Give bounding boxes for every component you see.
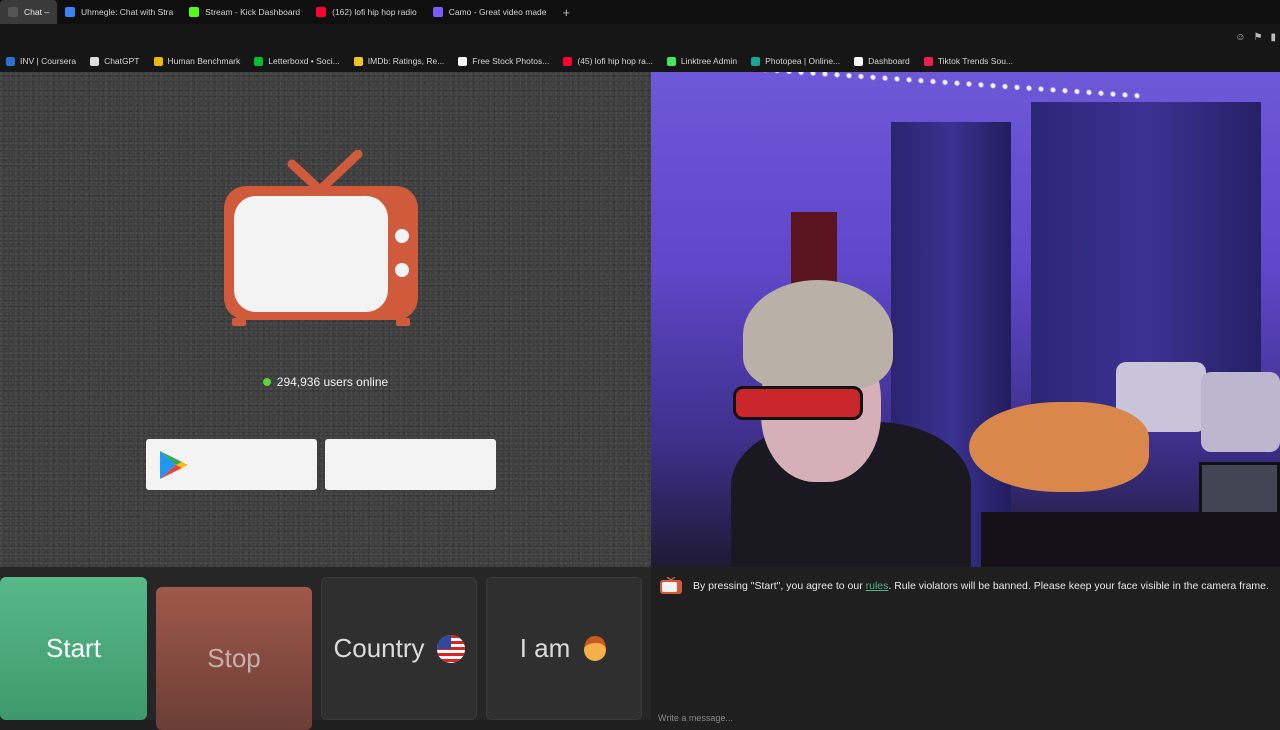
controls-panel: Start Stop Country I am bbox=[0, 567, 651, 730]
app-store-button[interactable] bbox=[325, 439, 496, 490]
bookmark-favicon-icon bbox=[90, 56, 100, 66]
bookmark-favicon-icon bbox=[563, 56, 573, 66]
online-count-text: 294,936 users online bbox=[276, 375, 389, 389]
app-store-buttons bbox=[146, 439, 496, 490]
rules-link[interactable]: rules bbox=[866, 580, 889, 592]
browser-toolbar: ☺ ⚑ ▮ bbox=[0, 24, 1280, 50]
browser-tab[interactable]: Chat – bbox=[0, 0, 58, 24]
bookmark-item[interactable]: Linktree Admin bbox=[661, 56, 743, 66]
bookmark-label: (45) lofi hip hop ra... bbox=[577, 56, 653, 66]
new-tab-button[interactable]: + bbox=[555, 5, 579, 20]
stop-button[interactable]: Stop bbox=[156, 587, 312, 730]
browser-tab-bar: Chat – Uhmegle: Chat with Stra Stream - Ki… bbox=[0, 0, 1280, 24]
bookmark-favicon-icon bbox=[353, 56, 363, 66]
tab-label: Uhmegle: Chat with Stra bbox=[81, 7, 174, 17]
bookmark-favicon-icon bbox=[6, 56, 15, 66]
red-glasses bbox=[733, 386, 863, 420]
stranger-video-panel: 294,936 users online bbox=[0, 72, 651, 567]
chat-panel: By pressing "Start", you agree to our ru… bbox=[651, 567, 1280, 723]
bookmark-label: Dashboard bbox=[868, 56, 910, 66]
bookmark-label: Human Benchmark bbox=[167, 56, 241, 66]
us-flag-icon bbox=[436, 634, 465, 663]
self-video-feed bbox=[651, 72, 1280, 567]
bookmark-favicon-icon bbox=[923, 56, 933, 66]
bookmark-label: Letterboxd • Soci... bbox=[268, 56, 340, 66]
bookmark-favicon-icon bbox=[458, 56, 468, 66]
bookmark-label: INV | Coursera bbox=[20, 56, 77, 66]
online-status-icon bbox=[262, 378, 271, 386]
tab-label: Stream - Kick Dashboard bbox=[205, 7, 301, 17]
browser-tab[interactable]: (162) lofi hip hop radio bbox=[308, 0, 425, 24]
iam-label: I am bbox=[519, 633, 571, 663]
tab-label: Camo - Great video made bbox=[448, 7, 547, 17]
bookmark-favicon-icon bbox=[153, 56, 163, 66]
browser-tab[interactable]: Camo - Great video made bbox=[425, 0, 555, 24]
tab-label: (162) lofi hip hop radio bbox=[332, 7, 417, 17]
beanie bbox=[743, 280, 893, 390]
gender-button[interactable]: I am bbox=[486, 577, 642, 720]
bookmark-label: ChatGPT bbox=[104, 56, 140, 66]
notice-before: By pressing "Start", you agree to our bbox=[693, 580, 866, 592]
bookmark-item[interactable]: Tiktok Trends Sou... bbox=[918, 56, 1019, 66]
desk bbox=[981, 512, 1280, 567]
country-label: Country bbox=[333, 633, 425, 663]
google-play-icon bbox=[160, 450, 188, 479]
bookmark-label: Free Stock Photos... bbox=[472, 56, 550, 66]
ometv-logo-icon bbox=[660, 577, 682, 594]
cat bbox=[969, 402, 1149, 492]
tab-label: Chat – bbox=[24, 7, 50, 17]
bookmark-favicon-icon bbox=[666, 56, 676, 66]
start-label: Start bbox=[46, 633, 101, 663]
chat-notice-text: By pressing "Start", you agree to our ru… bbox=[693, 580, 1269, 592]
bookmark-favicon-icon bbox=[854, 56, 864, 66]
notice-after: . Rule violators will be banned. Please … bbox=[888, 580, 1269, 592]
pillow bbox=[1201, 372, 1280, 452]
bookmark-item[interactable]: Free Stock Photos... bbox=[452, 56, 555, 66]
chat-notice: By pressing "Start", you agree to our ru… bbox=[659, 577, 1269, 595]
bookmark-favicon-icon bbox=[254, 56, 264, 66]
bookmark-item[interactable]: INV | Coursera bbox=[0, 56, 82, 66]
led-light-strip bbox=[711, 72, 1141, 102]
tab-favicon-icon bbox=[189, 7, 200, 17]
bookmark-label: IMDb: Ratings, Re... bbox=[367, 56, 445, 66]
browser-tab[interactable]: Stream - Kick Dashboard bbox=[181, 0, 308, 24]
wall-poster bbox=[791, 212, 837, 284]
extension-icon[interactable]: ☺ bbox=[1235, 32, 1245, 43]
tab-favicon-icon bbox=[316, 7, 327, 17]
bookmarks-bar: INV | Coursera ChatGPT Human Benchmark Lett… bbox=[0, 50, 1280, 72]
bookmark-item[interactable]: Dashboard bbox=[848, 56, 916, 66]
google-play-button[interactable] bbox=[146, 439, 317, 490]
start-button[interactable]: Start bbox=[0, 577, 147, 720]
bookmark-label: Linktree Admin bbox=[680, 56, 738, 66]
bookmark-item[interactable]: IMDb: Ratings, Re... bbox=[348, 56, 451, 66]
boy-avatar-icon bbox=[584, 635, 607, 661]
tab-favicon-icon bbox=[432, 7, 443, 17]
tab-favicon-icon bbox=[65, 7, 76, 17]
bookmark-label: Tiktok Trends Sou... bbox=[937, 56, 1014, 66]
bookmark-item[interactable]: (45) lofi hip hop ra... bbox=[557, 56, 659, 66]
bookmark-item[interactable]: Photopea | Online... bbox=[745, 56, 846, 66]
online-count: 294,936 users online bbox=[0, 375, 651, 389]
bookmark-item[interactable]: Letterboxd • Soci... bbox=[248, 56, 346, 66]
message-input[interactable]: Write a message... bbox=[658, 713, 733, 723]
bookmark-item[interactable]: Human Benchmark bbox=[148, 56, 247, 66]
country-button[interactable]: Country bbox=[321, 577, 477, 720]
tab-favicon-icon bbox=[8, 7, 18, 17]
toolbar-icons: ☺ ⚑ ▮ bbox=[1235, 32, 1276, 43]
bookmark-favicon-icon bbox=[751, 56, 761, 66]
bookmark-item[interactable]: ChatGPT bbox=[84, 56, 145, 66]
tv-logo-icon bbox=[224, 150, 418, 326]
stop-label: Stop bbox=[207, 643, 261, 673]
bookmark-icon[interactable]: ⚑ bbox=[1254, 32, 1263, 43]
bookmark-label: Photopea | Online... bbox=[765, 56, 841, 66]
browser-tab[interactable]: Uhmegle: Chat with Stra bbox=[57, 0, 181, 24]
sidebar-icon[interactable]: ▮ bbox=[1270, 32, 1276, 43]
